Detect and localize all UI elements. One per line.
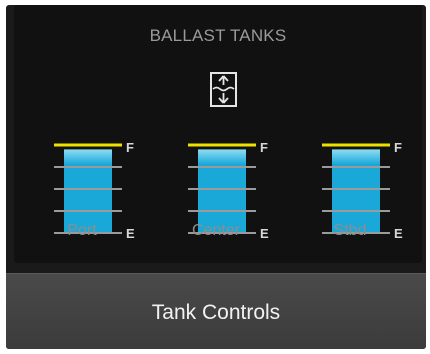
ballast-tanks-panel: BALLAST TANKS F E Port F E Center F E St… [14,5,422,263]
tank-fill-level [332,149,380,233]
empty-marker-label: E [394,226,403,241]
tank-label-port: Port [67,222,97,239]
tank-label-stbd: Stbd [333,222,367,239]
full-marker-label: F [260,140,268,155]
tank-controls-button[interactable]: Tank Controls [6,273,426,349]
full-marker-label: F [394,140,402,155]
ballast-fill-drain-icon[interactable] [210,72,237,107]
tank-fill-level [198,149,246,233]
empty-marker-label: E [126,226,135,241]
tank-fill-level [64,149,112,233]
full-marker-label: F [126,140,134,155]
tank-label-center: Center [191,222,241,239]
tank-port: F E Port [50,139,142,241]
panel-title: BALLAST TANKS [149,26,287,45]
empty-marker-label: E [260,226,269,241]
tank-stbd: F E Stbd [318,139,410,241]
tank-center: F E Center [184,139,276,241]
ballast-screen: BALLAST TANKS F E Port F E Center F E St… [6,5,426,349]
tank-controls-label: Tank Controls [151,301,281,324]
